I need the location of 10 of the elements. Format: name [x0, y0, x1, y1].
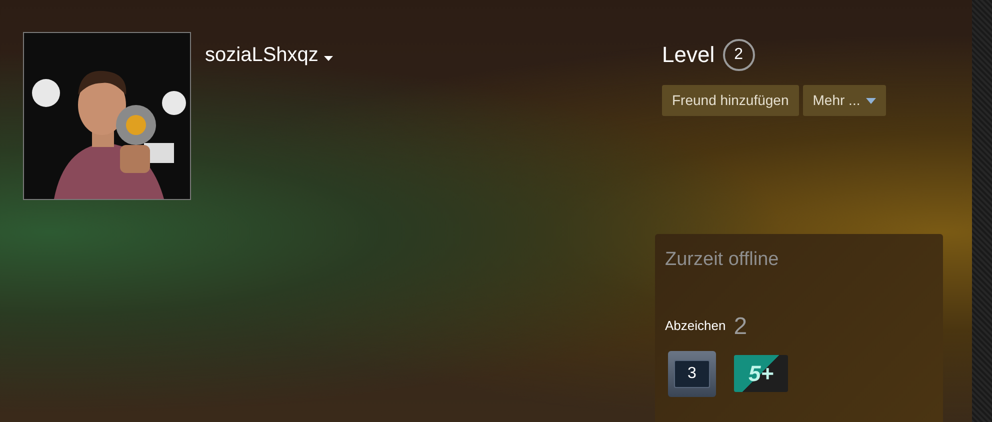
- online-status: Zurzeit offline: [665, 248, 780, 272]
- add-friend-button[interactable]: Freund hinzufügen: [662, 85, 799, 116]
- level-label: Level: [662, 41, 715, 69]
- years-badge[interactable]: 3: [668, 350, 716, 396]
- caret-icon: [324, 56, 334, 60]
- badges-label[interactable]: Abzeichen: [665, 316, 726, 338]
- level-badge: 2: [722, 38, 755, 70]
- more-dropdown-button[interactable]: Mehr ...: [802, 85, 886, 116]
- persona-name-dropdown[interactable]: soziaLShxqz: [205, 40, 334, 70]
- badges-count: 2: [734, 314, 748, 338]
